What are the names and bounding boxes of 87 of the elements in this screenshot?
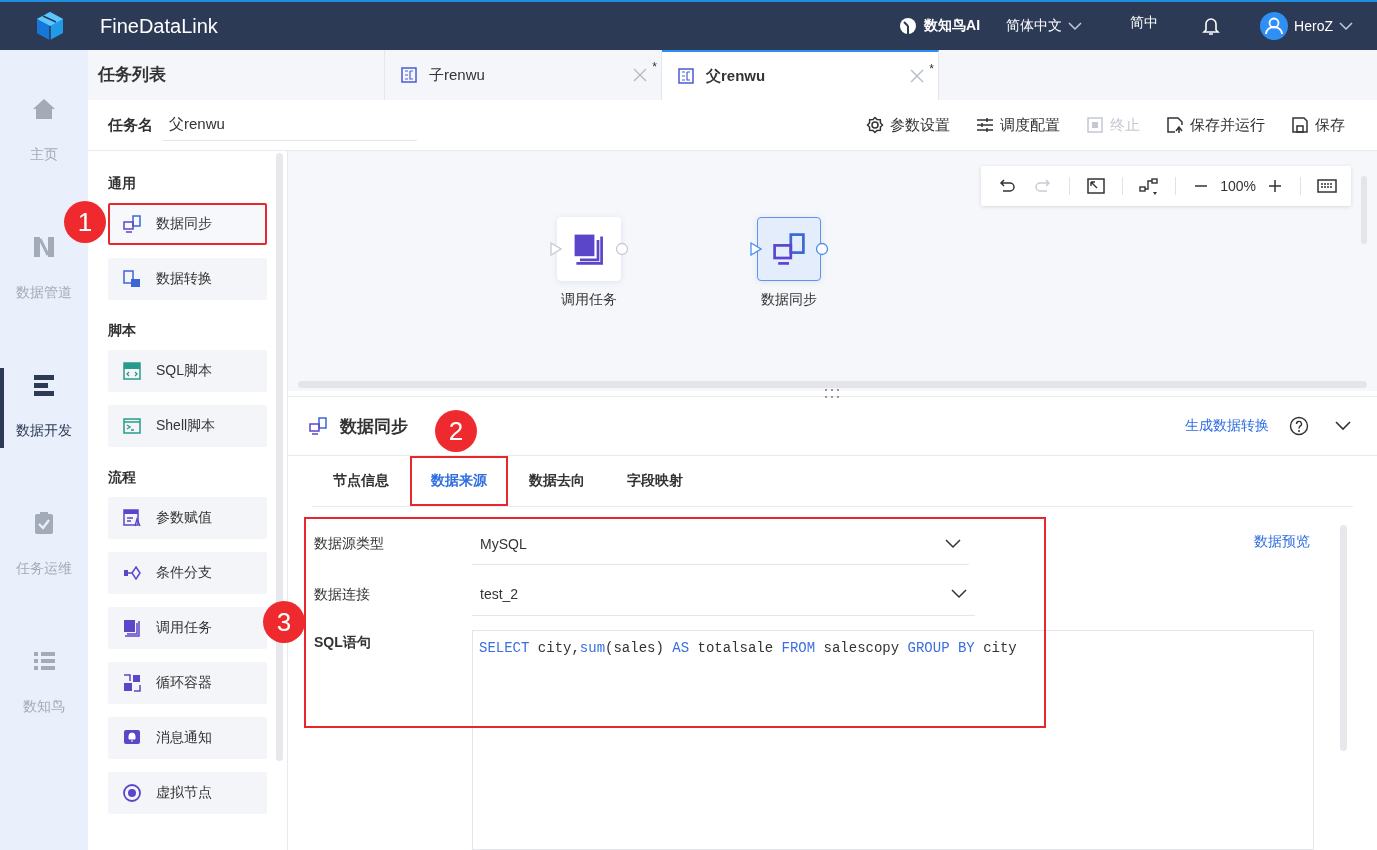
tab[interactable]: 数据去向 [508,456,606,506]
group-heading: 脚本 [108,321,137,340]
cube-logo-icon [34,10,66,42]
flow-node[interactable]: 数据同步 [749,217,829,313]
node-card[interactable] [757,217,821,281]
save-icon [1291,116,1309,134]
form-icon [122,508,142,528]
modified-mark: * [929,62,934,76]
chevron-down-icon[interactable] [1335,421,1351,431]
toolbar-button[interactable]: 调度配置 [976,115,1060,135]
help-icon[interactable] [1289,416,1309,436]
gear-icon [866,116,884,134]
ai-assistant-button[interactable]: 数知鸟AI [898,16,981,36]
chevron-down-icon [945,538,961,549]
loop-icon [122,673,142,693]
component-item[interactable]: 循环容器 [108,662,267,704]
component-item[interactable]: 条件分支 [108,552,267,594]
component-item[interactable]: SQL脚本 [108,350,267,392]
component-item[interactable]: 参数赋值 [108,497,267,539]
zoom-in-icon[interactable] [1266,177,1284,195]
component-item[interactable]: 虚拟节点 [108,772,267,814]
preview-link[interactable]: 数据预览 [1254,533,1310,551]
tab[interactable]: 字段映射 [606,456,704,506]
layout-icon[interactable] [1139,177,1160,195]
input-port-icon [750,242,762,256]
undo-icon[interactable] [997,177,1018,195]
editor-tab[interactable]: 父renwu * [662,50,939,100]
component-item[interactable]: Shell脚本 [108,405,267,447]
branch-icon [122,563,142,583]
bell-icon[interactable] [1202,16,1221,36]
sql-file-icon [122,361,142,381]
component-item[interactable]: 调用任务 [108,607,267,649]
modified-mark: * [652,60,657,74]
group-heading: 通用 [108,174,137,193]
home-icon [31,96,57,122]
component-item[interactable]: 消息通知 [108,717,267,759]
sync-icon [122,214,142,234]
dropdown[interactable]: test_2 [472,573,975,616]
language-toggle[interactable]: 简中 [1130,14,1159,32]
user-menu[interactable]: HeroZ [1260,12,1353,40]
tab[interactable]: 节点信息 [312,456,410,506]
sync-icon [308,416,328,436]
output-port-icon [615,242,629,256]
stop-icon [1086,116,1104,134]
toolbar-button[interactable]: 参数设置 [866,115,950,135]
keyboard-icon[interactable] [1317,177,1337,195]
scrollbar[interactable] [298,381,1367,388]
terminal-icon [122,416,142,436]
group-heading: 流程 [108,468,137,487]
document-icon [401,67,417,83]
toolbar-button[interactable]: 保存 [1291,115,1345,135]
generate-link[interactable]: 生成数据转换 [1185,417,1269,435]
zoom-level: 100% [1220,178,1256,194]
sliders-icon [976,116,994,134]
dropdown[interactable]: MySQL [472,523,969,566]
sync-icon [771,231,807,267]
tab[interactable]: 数据来源 [410,456,508,506]
chevron-down-icon [1339,21,1353,31]
flow-node[interactable]: 调用任务 [549,217,629,313]
app-name: FineDataLink [100,14,218,38]
field-label: SQL语句 [314,634,372,652]
component-item[interactable]: 数据同步 [108,203,267,245]
save-run-icon [1166,116,1184,134]
field-label: 数据源类型 [314,535,385,554]
avatar-icon [1260,12,1289,40]
step-badge: 2 [435,410,477,452]
target-icon [122,783,142,803]
stack-icon [31,372,57,398]
input-port-icon [550,242,562,256]
language-dropdown[interactable]: 简体中文 [1006,17,1083,35]
field-label: 任务名 [108,115,153,135]
chevron-down-icon [1068,21,1083,31]
transform-icon [122,269,142,289]
drag-handle-icon[interactable] [824,388,840,400]
panel-title: 数据同步 [340,415,408,438]
code-editor[interactable]: SELECT city,sum(sales) AS totalsale FROM salescopy GROUP BY city [472,630,1314,850]
step-badge: 1 [64,201,106,243]
output-port-icon [815,242,829,256]
code-line: SELECT city,sum(sales) AS totalsale FROM salescopy GROUP BY city [479,640,1018,656]
chevron-down-icon [951,589,967,600]
component-item[interactable]: 数据转换 [108,258,267,300]
toolbar-button[interactable]: 保存并运行 [1166,115,1265,135]
call-task-icon [122,618,142,638]
document-icon [678,68,694,84]
field-label: 数据连接 [314,585,371,604]
scrollbar[interactable] [1340,525,1347,751]
fit-view-icon[interactable] [1086,177,1107,195]
